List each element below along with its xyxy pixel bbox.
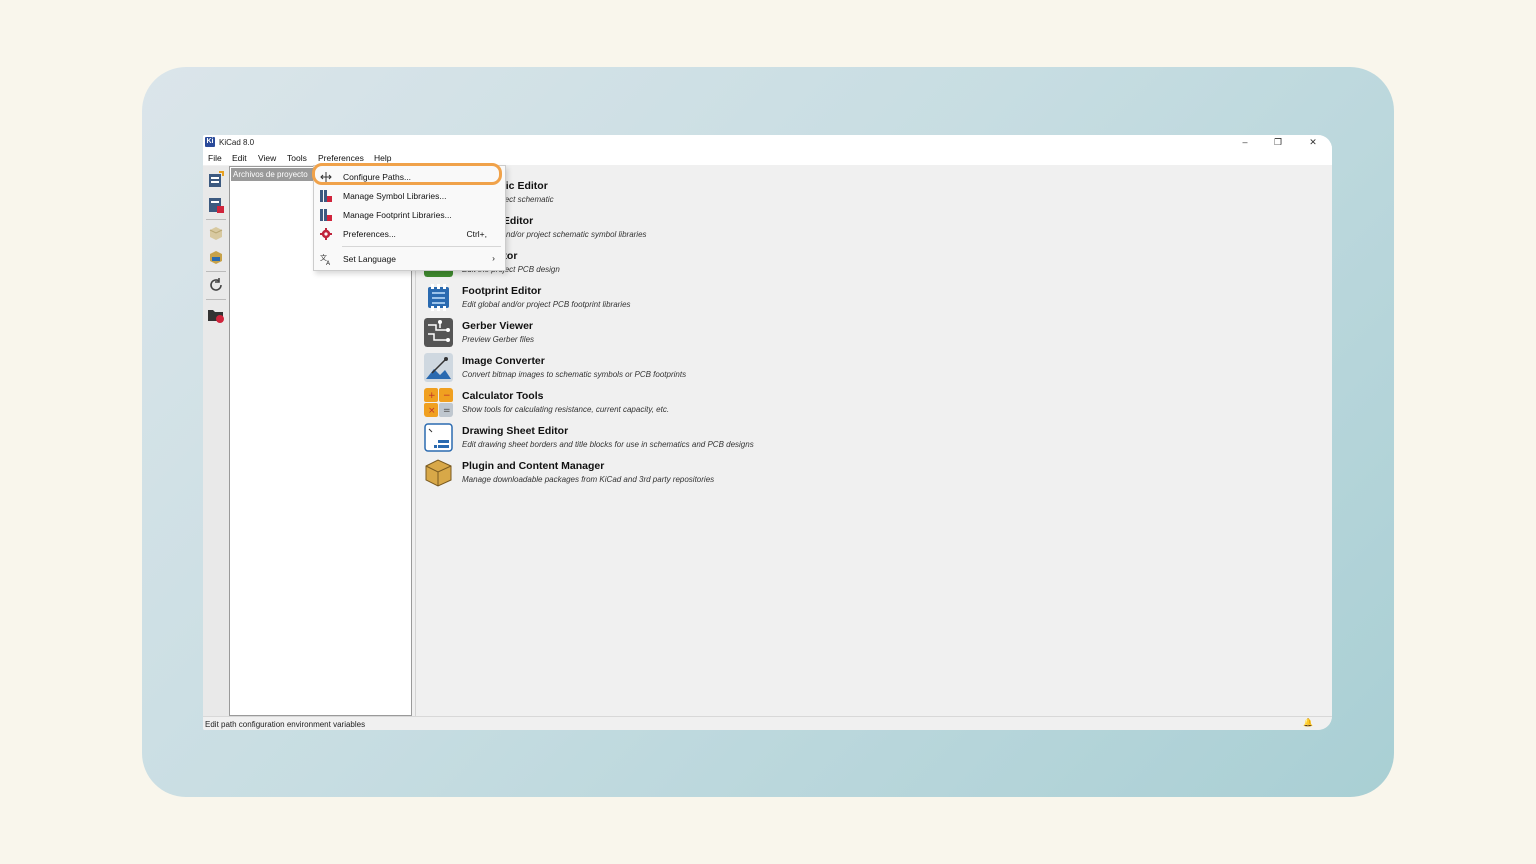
preferences-dropdown-menu: Configure Paths... Manage Symbol Librari…: [313, 165, 506, 271]
submenu-arrow-icon: ›: [492, 253, 495, 263]
menu-help[interactable]: Help: [374, 153, 391, 163]
unarchive-icon[interactable]: [207, 248, 225, 266]
footprint-library-icon: [320, 209, 332, 221]
footprint-editor-icon: [424, 283, 453, 312]
tools-launcher-panel: Schematic Editor Edit the project schema…: [415, 166, 1332, 716]
calculator-tools-icon: + −× =: [424, 388, 453, 417]
menu-item-manage-symbol-libraries[interactable]: Manage Symbol Libraries...: [314, 187, 505, 205]
new-project-icon[interactable]: [207, 171, 225, 189]
plugin-manager-icon: [425, 459, 452, 487]
window-title: KiCad 8.0: [219, 138, 255, 147]
svg-text:A: A: [326, 260, 331, 265]
open-project-icon[interactable]: [207, 196, 225, 214]
status-text: Edit path configuration environment vari…: [205, 720, 366, 729]
menu-edit[interactable]: Edit: [232, 153, 247, 163]
menu-item-set-language[interactable]: 文A Set Language ›: [314, 250, 505, 268]
menu-preferences[interactable]: Preferences: [318, 153, 364, 163]
language-icon: 文A: [320, 253, 331, 265]
status-bar: Edit path configuration environment vari…: [203, 716, 1332, 730]
menu-item-manage-footprint-libraries[interactable]: Manage Footprint Libraries...: [314, 206, 505, 224]
archive-icon[interactable]: [207, 224, 225, 242]
title-bar: Ki KiCad 8.0 – ❐ ✕: [203, 135, 1332, 150]
menu-bar: File Edit View Tools Preferences Help: [203, 150, 1332, 165]
left-toolbar: [203, 166, 230, 716]
svg-text:×: ×: [428, 406, 436, 416]
drawing-sheet-editor-icon: [424, 423, 453, 452]
menu-file[interactable]: File: [208, 153, 222, 163]
menu-view[interactable]: View: [258, 153, 276, 163]
configure-paths-icon: [320, 172, 332, 182]
preferences-shortcut: Ctrl+,: [466, 229, 487, 239]
open-folder-icon[interactable]: [207, 306, 225, 324]
gear-icon: [320, 228, 332, 240]
minimize-button[interactable]: –: [1230, 135, 1260, 150]
menu-item-preferences[interactable]: Preferences... Ctrl+,: [314, 225, 505, 243]
restore-button[interactable]: ❐: [1263, 135, 1293, 150]
menu-tools[interactable]: Tools: [287, 153, 307, 163]
svg-text:+: +: [428, 391, 436, 401]
project-files-header[interactable]: Archivos de proyecto: [231, 168, 323, 181]
close-button[interactable]: ✕: [1298, 135, 1328, 150]
svg-text:=: =: [443, 406, 451, 416]
menu-item-configure-paths[interactable]: Configure Paths...: [314, 168, 505, 186]
refresh-icon[interactable]: [207, 276, 225, 294]
gerber-viewer-icon: [424, 318, 453, 347]
image-converter-icon: [424, 353, 453, 382]
symbol-library-icon: [320, 190, 332, 202]
svg-text:−: −: [443, 391, 451, 401]
bell-icon[interactable]: 🔔: [1303, 718, 1313, 727]
kicad-app-icon: Ki: [205, 137, 215, 147]
